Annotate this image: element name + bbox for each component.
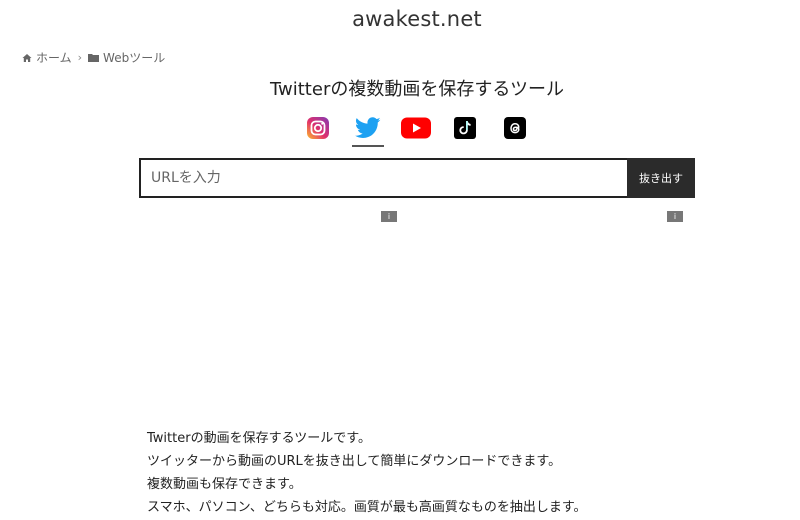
description-line: Twitterの動画を保存するツールです。	[147, 431, 372, 446]
description-line: 複数動画も保存できます。	[147, 477, 302, 492]
instagram-icon	[307, 117, 329, 139]
breadcrumb-webtools[interactable]: Webツール	[88, 49, 165, 66]
breadcrumb-separator-icon: ›	[77, 51, 83, 64]
twitter-icon	[355, 117, 381, 138]
site-title[interactable]: awakest.net	[0, 7, 800, 31]
url-form: 抜き出す	[139, 158, 695, 198]
tab-twitter[interactable]	[352, 116, 384, 147]
youtube-icon	[401, 117, 431, 139]
extract-button[interactable]: 抜き出す	[627, 158, 695, 198]
breadcrumb-home-label: ホーム	[36, 51, 72, 65]
breadcrumb: ホーム › Webツール	[22, 49, 165, 66]
tab-tiktok[interactable]	[449, 116, 481, 146]
description-line: ツイッターから動画のURLを抜き出して簡単にダウンロードできます。	[147, 454, 562, 469]
ad-info-icon[interactable]: i	[667, 211, 683, 222]
home-icon	[22, 53, 32, 62]
url-input[interactable]	[139, 158, 627, 198]
threads-icon	[504, 117, 526, 139]
tab-threads[interactable]	[499, 116, 531, 146]
tiktok-icon	[454, 117, 476, 139]
ad-info-icon[interactable]: i	[381, 211, 397, 222]
page-title: Twitterの複数動画を保存するツール	[270, 79, 564, 100]
tab-instagram[interactable]	[302, 116, 334, 146]
breadcrumb-webtools-label: Webツール	[103, 51, 166, 65]
folder-icon	[88, 54, 100, 62]
tab-youtube[interactable]	[400, 116, 432, 146]
description-line: スマホ、パソコン、どちらも対応。画質が最も高画質なものを抽出します。	[147, 500, 587, 515]
service-tabs	[0, 116, 800, 147]
breadcrumb-home[interactable]: ホーム	[22, 49, 72, 66]
description: Twitterの動画を保存するツールです。 ツイッターから動画のURLを抜き出し…	[147, 427, 587, 519]
